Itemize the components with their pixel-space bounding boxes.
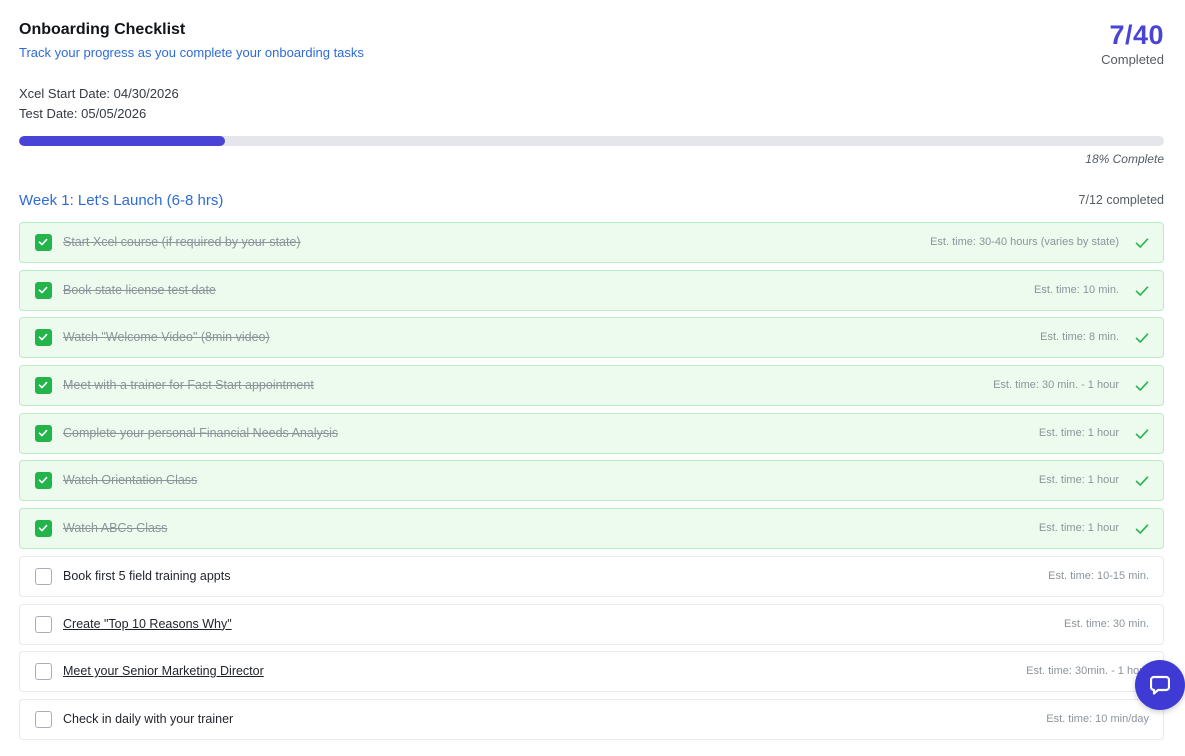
task-checkbox[interactable] [35, 377, 52, 395]
task-estimate: Est. time: 10 min/day [1046, 712, 1149, 725]
task-row[interactable]: Start Xcel course (if required by your s… [19, 222, 1164, 263]
progress-bar-fill [19, 136, 226, 146]
check-icon [38, 524, 48, 532]
week-completed-count: 7/12 completed [1078, 193, 1164, 207]
task-estimate: Est. time: 1 hour [1038, 474, 1119, 487]
dates-block: Xcel Start Date: 04/30/2026 Test Date: 0… [19, 84, 179, 124]
task-row[interactable]: Watch "Welcome Video" (8min video) Est. t… [19, 317, 1164, 359]
check-icon [1135, 331, 1149, 345]
task-row[interactable]: Meet with a trainer for Fast Start appoi… [19, 365, 1164, 407]
task-row[interactable]: Watch ABCs Class Est. time: 1 hour [19, 508, 1164, 550]
check-icon [1135, 236, 1149, 250]
page-title: Onboarding Checklist [19, 21, 186, 38]
page-subtitle: Track your progress as you complete your… [19, 45, 364, 60]
task-checkbox[interactable] [35, 281, 52, 299]
task-estimate: Est. time: 30 min. - 1 hour [993, 379, 1119, 392]
task-estimate: Est. time: 10 min. [1034, 283, 1119, 296]
task-row[interactable]: Create "Top 10 Reasons Why" Est. time: 30… [19, 603, 1164, 645]
task-checkbox[interactable] [35, 615, 52, 633]
week-title[interactable]: Week 1: Let's Launch (6-8 hrs) [19, 192, 223, 209]
check-icon [1135, 379, 1149, 393]
task-row[interactable]: Book first 5 field training appts Est. ti… [19, 555, 1164, 597]
check-icon [38, 429, 48, 437]
start-date: Xcel Start Date: 04/30/2026 [19, 86, 179, 101]
task-label: Book state license test date [63, 282, 216, 297]
task-label: Check in daily with your trainer [63, 711, 234, 726]
task-checkbox[interactable] [35, 520, 52, 538]
check-icon [1135, 522, 1149, 536]
task-label: Watch Orientation Class [63, 473, 198, 488]
task-checkbox[interactable] [35, 424, 52, 442]
task-label: Watch "Welcome Video" (8min video) [63, 330, 270, 345]
test-date: Test Date: 05/05/2026 [19, 106, 147, 121]
check-icon [38, 381, 48, 389]
task-estimate: Est. time: 1 hour [1038, 522, 1119, 535]
task-label: Watch ABCs Class [63, 521, 168, 536]
check-icon [38, 238, 48, 246]
task-estimate: Est. time: 30-40 hours (varies by state) [930, 236, 1119, 248]
task-row[interactable]: Check in daily with your trainer Est. tim… [19, 698, 1164, 740]
completion-counter: 7/40 Completed [1101, 19, 1164, 69]
task-estimate: Est. time: 1 hour [1038, 426, 1119, 439]
task-checkbox[interactable] [35, 329, 52, 347]
task-label: Complete your personal Financial Needs A… [63, 425, 339, 440]
task-label: Start Xcel course (if required by your s… [63, 235, 301, 249]
task-checkbox[interactable] [35, 663, 52, 681]
task-label[interactable]: Meet your Senior Marketing Director [63, 664, 264, 678]
task-estimate: Est. time: 30min. - 1 hour [1026, 665, 1149, 678]
task-row[interactable]: Meet your Senior Marketing Director Est. … [19, 651, 1164, 693]
chat-button[interactable] [1135, 660, 1185, 710]
check-icon [38, 286, 48, 294]
task-list: Start Xcel course (if required by your s… [19, 222, 1164, 747]
progress-label: 18% Complete [1085, 152, 1164, 166]
counter-value: 7/40 [1109, 20, 1164, 50]
task-estimate: Est. time: 30 min. [1064, 617, 1149, 630]
task-checkbox[interactable] [35, 234, 52, 251]
task-row[interactable]: Watch Orientation Class Est. time: 1 hour [19, 460, 1164, 502]
task-label[interactable]: Create "Top 10 Reasons Why" [63, 617, 232, 631]
task-checkbox[interactable] [35, 567, 52, 585]
task-row[interactable]: Complete your personal Financial Needs A… [19, 412, 1164, 454]
task-estimate: Est. time: 8 min. [1040, 331, 1119, 344]
task-row[interactable]: Book state license test date Est. time: 1… [19, 269, 1164, 311]
check-icon [38, 334, 48, 341]
task-checkbox[interactable] [35, 710, 52, 728]
task-estimate: Est. time: 10-15 min. [1048, 569, 1149, 582]
task-label: Meet with a trainer for Fast Start appoi… [63, 378, 314, 393]
check-icon [1135, 474, 1149, 488]
check-icon [38, 477, 48, 484]
check-icon [1135, 427, 1149, 441]
task-checkbox[interactable] [35, 472, 52, 490]
onboarding-page: Onboarding Checklist Track your progress… [19, 0, 1164, 740]
check-icon [1135, 284, 1149, 298]
counter-label: Completed [1101, 52, 1164, 67]
page-header: Onboarding Checklist Track your progress… [19, 0, 1164, 128]
progress-bar [19, 136, 1164, 146]
task-label: Book first 5 field training appts [63, 568, 231, 583]
chat-bubble-icon [1150, 675, 1170, 695]
